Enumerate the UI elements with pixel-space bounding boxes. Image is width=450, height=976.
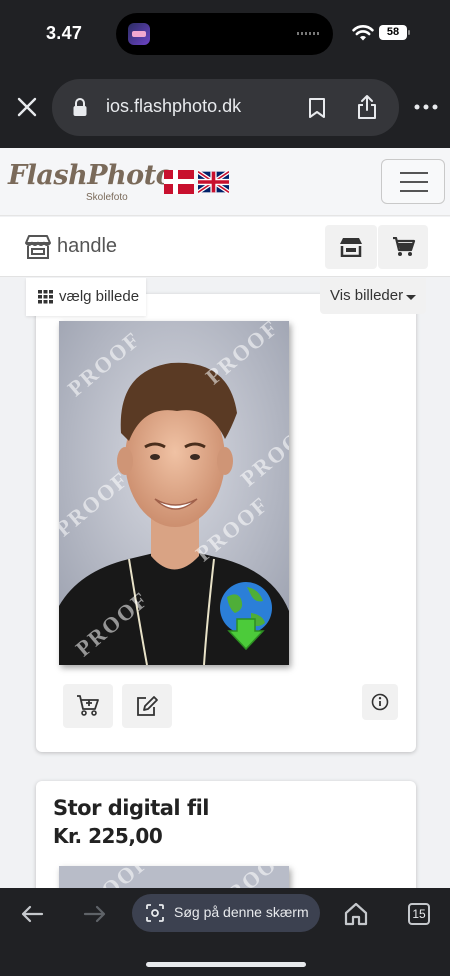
url-text: ios.flashphoto.dk [106,96,242,116]
share-icon[interactable] [356,94,378,120]
danish-flag-icon[interactable] [164,170,194,194]
student-photo[interactable]: PROOF PROOF [59,866,289,888]
cart-button[interactable] [378,225,428,269]
status-bar: 3.47 58 [0,0,450,68]
flashphoto-logo[interactable]: FlashPhoto Skolefoto [8,158,174,206]
browser-toolbar: ios.flashphoto.dk [0,68,450,148]
edit-button[interactable] [122,684,172,728]
product-price: Kr. 225,00 [53,824,163,848]
hamburger-line [400,172,428,174]
store-icon [25,235,51,259]
info-button[interactable] [362,684,398,720]
product-list[interactable]: PROOF PROOF PROOF PROOF PROOF PROOF vælg… [0,278,450,888]
logo-subtitle: Skolefoto [86,192,128,203]
status-time: 3.47 [46,23,83,43]
show-images-label: Vis billeder [330,287,404,304]
lens-icon [146,904,164,922]
wifi-icon [352,25,374,41]
lock-icon [73,98,87,116]
battery-tip [408,30,410,35]
add-to-cart-icon [77,695,99,716]
proof-watermark: PROOF [71,866,154,888]
grid-icon [38,290,53,304]
close-icon[interactable] [16,96,38,118]
live-activity-app-icon [128,23,150,45]
logo-text: FlashPhoto [8,160,174,191]
more-icon[interactable] [414,104,438,110]
menu-toggle-button[interactable] [381,159,445,204]
bookmark-icon[interactable] [308,97,326,119]
dynamic-island [116,13,333,55]
hamburger-line [400,181,428,183]
home-icon[interactable] [344,902,368,926]
uk-flag-icon[interactable] [198,170,229,194]
choose-image-label: vælg billede [59,288,140,305]
browser-bottom-bar: Søg på denne skærm 15 [0,888,450,976]
product-card: PROOF PROOF PROOF PROOF PROOF PROOF [36,294,416,752]
info-icon [371,693,389,711]
student-photo[interactable]: PROOF PROOF PROOF PROOF PROOF PROOF [59,321,289,665]
store-icon [340,238,362,257]
shop-bar: handle [0,217,450,277]
proof-watermark: PROOF [211,866,289,888]
tab-switcher-button[interactable]: 15 [408,903,430,925]
hamburger-line [400,190,428,192]
product-card: Stor digital fil Kr. 225,00 PROOF PROOF [36,781,416,888]
cart-icon [393,237,416,256]
back-icon[interactable] [20,904,44,924]
battery-indicator: 58 [379,25,407,40]
edit-icon [137,696,158,716]
site-header: FlashPhoto Skolefoto [0,148,450,216]
search-screen-button[interactable]: Søg på denne skærm [132,894,320,932]
search-screen-label: Søg på denne skærm [174,904,309,920]
url-bar[interactable]: ios.flashphoto.dk [52,79,399,136]
store-button[interactable] [325,225,377,269]
caret-down-icon [406,295,416,300]
download-globe-icon [220,582,272,651]
choose-image-button[interactable]: vælg billede [26,278,146,316]
shop-title: handle [57,235,118,257]
add-to-cart-button[interactable] [63,684,113,728]
live-activity-dots [297,32,319,35]
forward-icon[interactable] [83,904,107,924]
home-indicator [146,962,306,967]
product-title: Stor digital fil [53,796,209,820]
show-images-dropdown[interactable]: Vis billeder [320,278,426,314]
